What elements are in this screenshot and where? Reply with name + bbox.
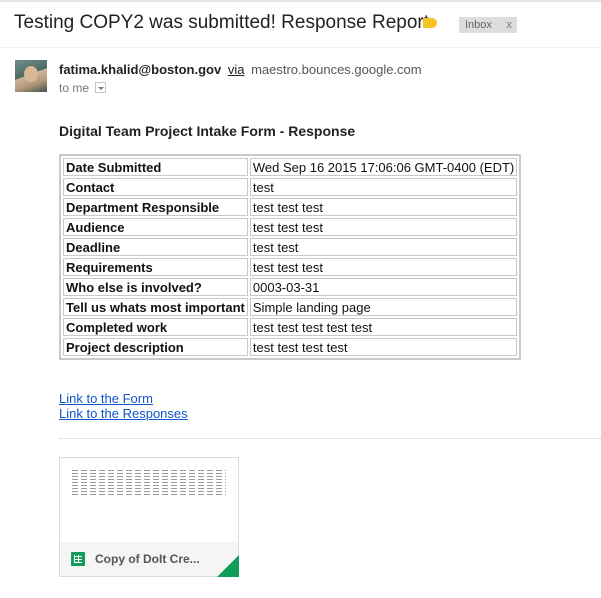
top-divider (0, 0, 601, 2)
inbox-chip-label: Inbox (465, 19, 492, 31)
inbox-label-chip[interactable]: Inbox x (459, 17, 517, 33)
field-label: Completed work (63, 318, 248, 336)
field-value: test test test (249, 258, 518, 276)
field-value: test test test test (249, 338, 518, 356)
table-row: Deadline test test (63, 238, 518, 256)
field-value: Wed Sep 16 2015 17:06:06 GMT-0400 (EDT) (249, 158, 518, 176)
via-domain: maestro.bounces.google.com (251, 62, 422, 77)
field-label: Tell us whats most important (63, 298, 248, 316)
table-row: Audience test test test (63, 218, 518, 236)
field-label: Date Submitted (63, 158, 248, 176)
table-row: Requirements test test test (63, 258, 518, 276)
thumbnail-line (72, 488, 226, 489)
field-value: 0003-03-31 (249, 278, 518, 296)
form-title: Digital Team Project Intake Form - Respo… (59, 123, 356, 139)
thumbnail-line (72, 494, 226, 495)
subject-divider (0, 47, 601, 48)
field-value: test (249, 178, 518, 196)
recipient-text: to me (59, 81, 90, 95)
field-value: test test test (249, 198, 518, 216)
response-table: Date Submitted Wed Sep 16 2015 17:06:06 G… (59, 154, 522, 360)
table-row: Project description test test test test (63, 338, 518, 356)
recipient-line: to me (59, 81, 107, 95)
field-value: test test (249, 238, 518, 256)
attachment-name: Copy of DoIt Cre... (95, 552, 200, 566)
label-tag-icon[interactable] (423, 18, 437, 28)
field-label: Project description (63, 338, 248, 356)
field-label: Requirements (63, 258, 248, 276)
field-label: Deadline (63, 238, 248, 256)
thumbnail-line (72, 470, 226, 471)
remove-label-button[interactable]: x (507, 17, 513, 33)
link-to-responses[interactable]: Link to the Responses (59, 406, 188, 421)
details-dropdown-icon[interactable] (95, 82, 107, 94)
sender-line: fatima.khalid@boston.gov via maestro.bou… (59, 62, 422, 77)
field-label: Who else is involved? (63, 278, 248, 296)
thumbnail-line (72, 476, 226, 477)
table-row: Date Submitted Wed Sep 16 2015 17:06:06 G… (63, 158, 518, 176)
thumbnail-line (72, 473, 226, 474)
field-value: Simple landing page (249, 298, 518, 316)
sender-avatar[interactable] (15, 60, 47, 92)
table-row: Completed work test test test test test (63, 318, 518, 336)
attachment-bar: Copy of DoIt Cre... (60, 542, 238, 576)
email-subject: Testing COPY2 was submitted! Response Re… (14, 12, 430, 33)
via-link[interactable]: via (228, 62, 245, 77)
table-row: Contact test (63, 178, 518, 196)
attachment-divider (59, 438, 601, 439)
field-label: Contact (63, 178, 248, 196)
thumbnail-line (72, 485, 226, 486)
sheets-corner-fold-icon (217, 555, 239, 577)
attachment-thumbnail (60, 458, 238, 542)
field-label: Audience (63, 218, 248, 236)
field-value: test test test test test (249, 318, 518, 336)
thumbnail-line (72, 491, 226, 492)
google-sheets-icon (71, 552, 85, 566)
field-value: test test test (249, 218, 518, 236)
sender-email[interactable]: fatima.khalid@boston.gov (59, 62, 221, 77)
attachment-card[interactable]: Copy of DoIt Cre... (59, 457, 239, 577)
thumbnail-line (72, 479, 226, 480)
table-row: Tell us whats most important Simple landi… (63, 298, 518, 316)
table-row: Who else is involved? 0003-03-31 (63, 278, 518, 296)
thumbnail-line (72, 482, 226, 483)
field-label: Department Responsible (63, 198, 248, 216)
table-row: Department Responsible test test test (63, 198, 518, 216)
link-to-form[interactable]: Link to the Form (59, 391, 153, 406)
